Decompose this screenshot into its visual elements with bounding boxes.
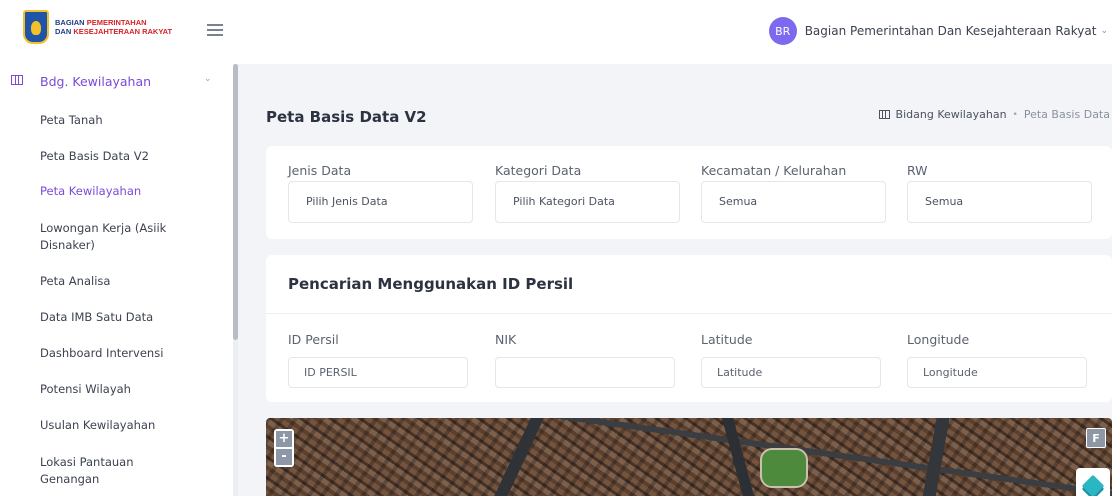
sidebar-scrollbar[interactable] <box>233 64 238 496</box>
rw-select[interactable]: Semua <box>907 181 1092 223</box>
search-card-header: Pencarian Menggunakan ID Persil <box>266 255 1112 314</box>
sidebar-item-peta-analisa[interactable]: Peta Analisa <box>40 273 220 290</box>
field-label-id-persil: ID Persil <box>288 332 339 347</box>
sidebar-item-lokasi-pantauan-genangan[interactable]: Lokasi Pantauan Genangan <box>40 454 180 488</box>
sidebar-item-dashboard-intervensi[interactable]: Dashboard Intervensi <box>40 345 220 362</box>
breadcrumb-current: Peta Basis Data <box>1023 108 1110 121</box>
scrollbar-thumb[interactable] <box>233 64 238 340</box>
kategori-data-select[interactable]: Pilih Kategori Data <box>495 181 680 223</box>
zoom-in-button[interactable]: + <box>276 431 292 447</box>
latitude-input[interactable] <box>701 357 881 388</box>
user-name: Bagian Pemerintahan Dan Kesejahteraan Ra… <box>804 24 1097 38</box>
field-label-latitude: Latitude <box>701 332 753 347</box>
zoom-control: + - <box>274 429 294 467</box>
chevron-down-icon: ⌄ <box>1100 26 1108 36</box>
search-card-title: Pencarian Menggunakan ID Persil <box>288 275 574 293</box>
breadcrumb-parent[interactable]: Bidang Kewilayahan <box>896 108 1007 121</box>
field-label-nik: NIK <box>495 332 517 347</box>
sidebar-item-lowongan-kerja[interactable]: Lowongan Kerja (Asiik Disnaker) <box>40 220 190 254</box>
user-menu[interactable]: BR Bagian Pemerintahan Dan Kesejahteraan… <box>768 17 1108 45</box>
filter-label-kategori-data: Kategori Data <box>495 163 582 178</box>
search-card: Pencarian Menggunakan ID Persil ID Persi… <box>266 255 1112 402</box>
sidebar-item-peta-basis-data-v2[interactable]: Peta Basis Data V2 <box>40 148 220 165</box>
avatar: BR <box>768 17 797 45</box>
sidebar: Bdg. Kewilayahan ⌄ Peta Tanah Peta Basis… <box>0 64 233 496</box>
top-header: BAGIAN PEMERINTAHAN DAN KESEJAHTERAAN RA… <box>0 0 1112 64</box>
id-persil-input[interactable] <box>288 357 468 388</box>
map-sports-field <box>760 448 808 488</box>
field-label-longitude: Longitude <box>907 332 970 347</box>
sidebar-item-peta-kewilayahan[interactable]: Peta Kewilayahan <box>40 183 220 200</box>
nik-input[interactable] <box>495 357 675 388</box>
jenis-data-select[interactable]: Pilih Jenis Data <box>288 181 473 223</box>
map-icon <box>11 75 23 85</box>
map-icon <box>878 110 890 119</box>
sidebar-item-peta-tanah[interactable]: Peta Tanah <box>40 112 220 129</box>
sidebar-group-kewilayahan[interactable]: Bdg. Kewilayahan ⌄ <box>0 64 233 98</box>
breadcrumb: Bidang Kewilayahan • Peta Basis Data <box>878 108 1110 121</box>
menu-toggle-icon[interactable] <box>207 24 223 36</box>
sidebar-group-label: Bdg. Kewilayahan <box>40 74 152 89</box>
chevron-down-icon: ⌄ <box>204 74 212 84</box>
filter-card: Jenis Data Pilih Jenis Data Kategori Dat… <box>266 146 1112 239</box>
longitude-input[interactable] <box>907 357 1087 388</box>
sidebar-item-potensi-wilayah[interactable]: Potensi Wilayah <box>40 381 220 398</box>
page-title: Peta Basis Data V2 <box>266 108 427 126</box>
filter-label-kecamatan-kelurahan: Kecamatan / Kelurahan <box>701 163 847 178</box>
city-emblem-icon <box>23 10 49 44</box>
filter-label-jenis-data: Jenis Data <box>288 163 352 178</box>
sidebar-item-data-imb[interactable]: Data IMB Satu Data <box>40 309 220 326</box>
filter-label-rw: RW <box>907 163 928 178</box>
breadcrumb-separator: • <box>1012 109 1018 120</box>
logo-text: BAGIAN PEMERINTAHAN DAN KESEJAHTERAAN RA… <box>55 18 173 36</box>
satellite-map[interactable]: + - F <box>266 418 1112 496</box>
zoom-out-button[interactable]: - <box>276 449 292 465</box>
layers-icon[interactable] <box>1076 468 1110 496</box>
fullscreen-button[interactable]: F <box>1086 428 1106 448</box>
app-logo[interactable]: BAGIAN PEMERINTAHAN DAN KESEJAHTERAAN RA… <box>23 9 175 45</box>
sidebar-item-usulan-kewilayahan[interactable]: Usulan Kewilayahan <box>40 417 220 434</box>
kecamatan-kelurahan-select[interactable]: Semua <box>701 181 886 223</box>
